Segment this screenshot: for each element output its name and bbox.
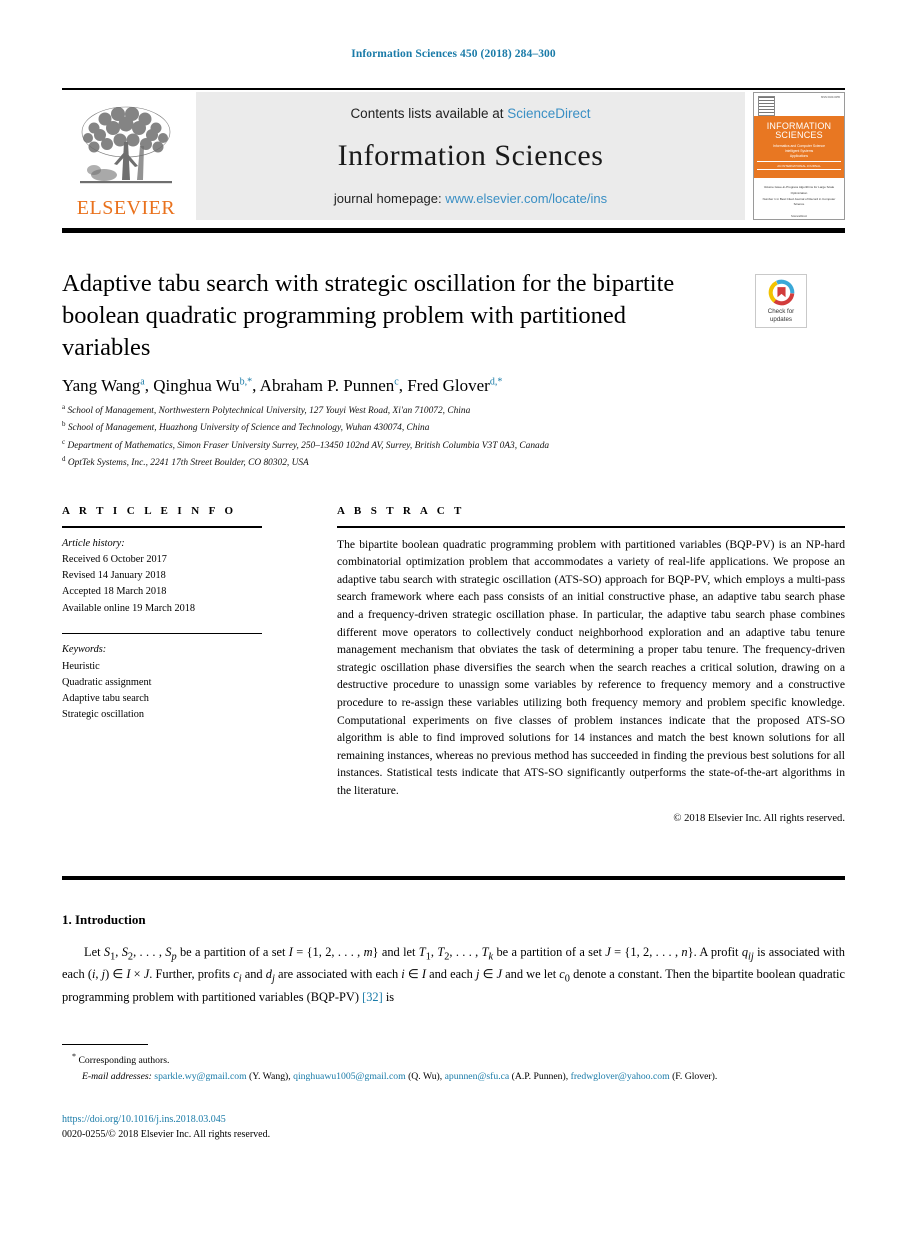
keyword-list: Keywords: Heuristic Quadratic assignment…	[62, 642, 262, 723]
author-3-mark: c	[394, 376, 399, 388]
keyword-4: Strategic oscillation	[62, 709, 145, 721]
author-3: Abraham P. Punnenc	[259, 376, 399, 395]
footnote-block: * Corresponding authors. E-mail addresse…	[62, 1050, 852, 1085]
cover-band-text: AN INTERNATIONAL JOURNAL	[757, 161, 841, 171]
cover-title-line2: SCIENCES	[775, 130, 823, 141]
journal-homepage-link[interactable]: www.elsevier.com/locate/ins	[445, 191, 607, 206]
keyword-3: Adaptive tabu search	[62, 693, 149, 705]
author-1: Yang Wanga	[62, 376, 145, 395]
contents-prefix: Contents lists available at	[350, 106, 508, 121]
abstract-heading: A B S T R A C T	[337, 505, 465, 517]
history-online: Available online 19 March 2018	[62, 602, 196, 614]
email-1[interactable]: sparkle.wy@gmail.com	[154, 1071, 246, 1082]
elsevier-tree-icon	[74, 102, 178, 197]
author-1-mark: a	[140, 376, 145, 388]
running-head: Information Sciences 450 (2018) 284–300	[351, 48, 556, 60]
cover-subtitle: Informatics and Computer Science Intelli…	[772, 144, 825, 158]
email-1-person: (Y. Wang)	[249, 1070, 289, 1082]
introduction-paragraph: Let S1, S2, . . . , Sp be a partition of…	[62, 945, 846, 1004]
affiliation-list: a School of Management, Northwestern Pol…	[62, 402, 852, 471]
journal-cover-thumbnail: ISSN 0020-0255 INFORMATION SCIENCES Info…	[753, 92, 845, 220]
sciencedirect-link[interactable]: ScienceDirect	[507, 106, 590, 121]
crossmark-badge[interactable]: Check for updates	[755, 274, 807, 328]
cover-issn: ISSN 0020-0255	[820, 96, 840, 99]
page-title: Adaptive tabu search with strategic osci…	[62, 270, 675, 361]
masthead-center: Contents lists available at ScienceDirec…	[196, 92, 745, 220]
author-list: Yang Wanga, Qinghua Wub,*, Abraham P. Pu…	[62, 376, 503, 395]
abstract-column: A B S T R A C T The bipartite boolean qu…	[337, 505, 845, 824]
cover-elsevier-icon	[758, 96, 775, 116]
homepage-prefix: journal homepage:	[333, 191, 446, 206]
article-info-heading: A R T I C L E I N F O	[62, 505, 237, 517]
author-2-mark: b,*	[239, 376, 253, 388]
email-2[interactable]: qinghuawu1005@gmail.com	[293, 1071, 406, 1082]
email-2-person: (Q. Wu)	[408, 1070, 440, 1082]
masthead-top-rule	[62, 88, 845, 90]
abstract-copyright: © 2018 Elsevier Inc. All rights reserved…	[673, 812, 845, 824]
article-page: Information Sciences 450 (2018) 284–300	[0, 0, 907, 1238]
elsevier-logo: ELSEVIER	[62, 92, 190, 220]
article-history: Article history: Received 6 October 2017…	[62, 536, 262, 617]
contents-available-line: Contents lists available at ScienceDirec…	[350, 106, 590, 121]
keywords-label: Keywords:	[62, 644, 107, 656]
email-4-person: (F. Glover).	[672, 1070, 718, 1082]
crossmark-icon	[768, 279, 795, 306]
keyword-2: Quadratic assignment	[62, 676, 152, 688]
abstract-bottom-rule	[62, 876, 845, 880]
article-history-label: Article history:	[62, 537, 125, 549]
crossmark-label: Check for updates	[767, 308, 795, 323]
email-label: E-mail addresses:	[82, 1070, 152, 1082]
keyword-1: Heuristic	[62, 660, 100, 672]
cover-feature-2: Number 1 in Best Cited Journal of Record…	[762, 196, 836, 207]
author-2: Qinghua Wub,*	[153, 376, 253, 395]
affiliation-c: c Department of Mathematics, Simon Frase…	[62, 437, 550, 451]
journal-masthead: ELSEVIER Contents lists available at Sci…	[62, 92, 845, 220]
elsevier-wordmark: ELSEVIER	[76, 197, 176, 219]
keywords-rule	[62, 632, 262, 635]
email-4[interactable]: fredwglover@yahoo.com	[571, 1071, 670, 1082]
affiliation-a: a School of Management, Northwestern Pol…	[62, 403, 471, 417]
email-3[interactable]: apunnen@sfu.ca	[445, 1071, 510, 1082]
section-heading-introduction: 1. Introduction	[62, 912, 146, 927]
citation-32[interactable]: [32]	[362, 990, 383, 1004]
cover-features: Volume Issue-in-Progress Algorithms for …	[754, 178, 844, 215]
footnote-rule	[62, 1044, 148, 1046]
journal-homepage-line: journal homepage: www.elsevier.com/locat…	[334, 191, 607, 206]
email-addresses: E-mail addresses: sparkle.wy@gmail.com (…	[82, 1070, 718, 1082]
cover-orange-band: INFORMATION SCIENCES Informatics and Com…	[754, 116, 844, 179]
cover-header: ISSN 0020-0255	[754, 93, 844, 116]
colophon: https://doi.org/10.1016/j.ins.2018.03.04…	[62, 1112, 852, 1142]
history-received: Received 6 October 2017	[62, 553, 167, 565]
masthead-bottom-rule	[62, 228, 845, 233]
corresponding-authors-note: * Corresponding authors.	[72, 1052, 170, 1067]
email-3-person: (A.P. Punnen)	[511, 1070, 566, 1082]
author-4-mark: d,*	[489, 376, 503, 388]
author-4: Fred Gloverd,*	[407, 376, 503, 395]
article-info-rule	[62, 526, 262, 528]
cover-publisher: ScienceDirect	[790, 214, 807, 218]
abstract-rule	[337, 526, 845, 528]
affiliation-d: d OptTek Systems, Inc., 2241 17th Street…	[62, 455, 309, 469]
journal-title: Information Sciences	[337, 139, 604, 172]
history-revised: Revised 14 January 2018	[62, 570, 166, 582]
abstract-text: The bipartite boolean quadratic programm…	[337, 537, 845, 798]
doi-link[interactable]: https://doi.org/10.1016/j.ins.2018.03.04…	[62, 1112, 852, 1127]
issn-copyright-line: 0020-0255/© 2018 Elsevier Inc. All right…	[62, 1129, 271, 1140]
history-accepted: Accepted 18 March 2018	[62, 586, 167, 598]
article-info-column: A R T I C L E I N F O Article history: R…	[62, 505, 262, 724]
cover-feature-1: Volume Issue-in-Progress Algorithms for …	[763, 185, 835, 195]
affiliation-b: b School of Management, Huazhong Univers…	[62, 420, 430, 434]
